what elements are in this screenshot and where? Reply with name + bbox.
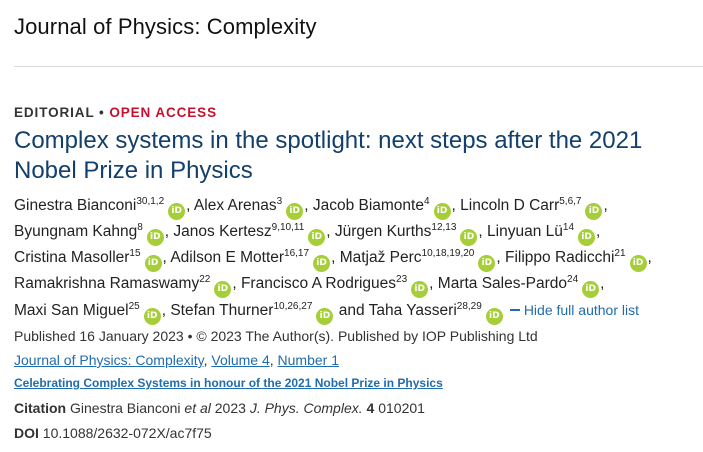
citation-article-number: 010201 xyxy=(378,400,425,416)
header-divider xyxy=(14,66,703,67)
author-affiliation[interactable]: 25 xyxy=(129,301,140,312)
author-affiliation[interactable]: 10,26,27 xyxy=(273,301,312,312)
author-affiliation[interactable]: 30,1,2 xyxy=(136,196,164,207)
author-affiliation[interactable]: 10,18,19,20 xyxy=(422,248,475,259)
author-name[interactable]: Ginestra Bianconi xyxy=(14,197,136,214)
author-affiliation[interactable]: 3 xyxy=(277,196,283,207)
published-info: Published 16 January 2023 • © 2023 The A… xyxy=(14,328,538,344)
author-name[interactable]: Jacob Biamonte xyxy=(313,197,424,214)
author-list: Ginestra Bianconi30,1,2iD, Alex Arenas3i… xyxy=(14,193,700,325)
author-name[interactable]: Stefan Thurner xyxy=(170,302,273,319)
author-affiliation[interactable]: 5,6,7 xyxy=(559,196,581,207)
orcid-icon[interactable]: iD xyxy=(143,308,161,325)
collection-line: Celebrating Complex Systems in honour of… xyxy=(14,376,443,390)
author-name[interactable]: Filippo Radicchi xyxy=(505,249,614,266)
author-name[interactable]: Jürgen Kurths xyxy=(335,223,432,240)
doi-line: DOI 10.1088/2632-072X/ac7f75 xyxy=(14,425,212,441)
author-affiliation[interactable]: 4 xyxy=(424,196,430,207)
orcid-icon[interactable]: iD xyxy=(146,229,164,246)
citation-year: 2023 xyxy=(214,400,246,416)
author-affiliation[interactable]: 28,29 xyxy=(457,301,482,312)
author-affiliation[interactable]: 24 xyxy=(567,274,578,285)
author-name[interactable]: Maxi San Miguel xyxy=(14,302,129,319)
author-name[interactable]: Ramakrishna Ramaswamy xyxy=(14,275,199,292)
orcid-icon[interactable]: iD xyxy=(629,255,647,272)
orcid-icon[interactable]: iD xyxy=(460,229,478,246)
author-affiliation[interactable]: 23 xyxy=(396,274,407,285)
author-affiliation[interactable]: 8 xyxy=(137,222,143,233)
author-affiliation[interactable]: 9,10,11 xyxy=(272,222,305,233)
orcid-icon[interactable]: iD xyxy=(585,203,603,220)
author-row: Ginestra Bianconi30,1,2iD, Alex Arenas3i… xyxy=(14,193,700,220)
author-row: Cristina Masoller15iD, Adilson E Motter1… xyxy=(14,245,700,272)
collection-link[interactable]: Celebrating Complex Systems in honour of… xyxy=(14,376,443,390)
orcid-icon[interactable]: iD xyxy=(313,255,331,272)
and-word: and xyxy=(338,302,365,319)
orcid-icon[interactable]: iD xyxy=(308,229,326,246)
author-name[interactable]: Francisco A Rodrigues xyxy=(241,275,396,292)
citation-line: Citation Ginestra Bianconi et al 2023 J.… xyxy=(14,400,425,416)
author-affiliation[interactable]: 12,13 xyxy=(431,222,456,233)
hide-author-list-button[interactable]: Hide full author list xyxy=(509,302,639,318)
orcid-icon[interactable]: iD xyxy=(144,255,162,272)
citation-volume: 4 xyxy=(366,400,375,416)
author-name[interactable]: Taha Yasseri xyxy=(369,302,457,319)
orcid-icon[interactable]: iD xyxy=(578,229,596,246)
citation-label: Citation xyxy=(14,400,67,416)
collapse-icon xyxy=(509,309,520,311)
link-separator: , xyxy=(203,352,208,368)
author-name[interactable]: Marta Sales-Pardo xyxy=(438,275,567,292)
orcid-icon[interactable]: iD xyxy=(316,308,334,325)
hide-author-list-label: Hide full author list xyxy=(523,302,639,318)
orcid-icon[interactable]: iD xyxy=(168,203,186,220)
journal-title[interactable]: Journal of Physics: Complexity xyxy=(14,14,317,40)
author-name[interactable]: Lincoln D Carr xyxy=(460,197,559,214)
orcid-icon[interactable]: iD xyxy=(582,281,600,298)
citation-author: Ginestra Bianconi xyxy=(70,400,181,416)
orcid-icon[interactable]: iD xyxy=(214,281,232,298)
open-access-badge: OPEN ACCESS xyxy=(109,105,217,120)
doi-label: DOI xyxy=(14,425,39,441)
author-affiliation[interactable]: 21 xyxy=(614,248,625,259)
author-row: Ramakrishna Ramaswamy22iD, Francisco A R… xyxy=(14,271,700,298)
author-name[interactable]: Matjaž Perc xyxy=(340,249,422,266)
volume-link[interactable]: Volume 4 xyxy=(211,352,269,368)
author-affiliation[interactable]: 14 xyxy=(563,222,574,233)
article-type-line: EDITORIAL • OPEN ACCESS xyxy=(14,105,217,120)
orcid-icon[interactable]: iD xyxy=(478,255,496,272)
orcid-icon[interactable]: iD xyxy=(433,203,451,220)
link-separator: , xyxy=(269,352,274,368)
author-affiliation[interactable]: 16,17 xyxy=(284,248,309,259)
author-affiliation[interactable]: 22 xyxy=(199,274,210,285)
orcid-icon[interactable]: iD xyxy=(411,281,429,298)
journal-link[interactable]: Journal of Physics: Complexity xyxy=(14,352,204,368)
doi-value[interactable]: 10.1088/2632-072X/ac7f75 xyxy=(43,425,212,441)
issue-links: Journal of Physics: Complexity, Volume 4… xyxy=(14,352,339,368)
citation-journal: J. Phys. Complex. xyxy=(249,400,363,416)
author-name[interactable]: Linyuan Lü xyxy=(487,223,563,240)
author-name[interactable]: Cristina Masoller xyxy=(14,249,129,266)
number-link[interactable]: Number 1 xyxy=(278,352,339,368)
author-name[interactable]: Byungnam Kahng xyxy=(14,223,137,240)
author-row: Byungnam Kahng8iD, Janos Kertesz9,10,11i… xyxy=(14,219,700,246)
type-separator: • xyxy=(99,105,105,120)
orcid-icon[interactable]: iD xyxy=(286,203,304,220)
author-row: Maxi San Miguel25iD, Stefan Thurner10,26… xyxy=(14,297,700,325)
citation-etal: et al xyxy=(184,400,211,416)
author-affiliation[interactable]: 15 xyxy=(129,248,140,259)
author-name[interactable]: Adilson E Motter xyxy=(170,249,284,266)
orcid-icon[interactable]: iD xyxy=(485,308,503,325)
article-title: Complex systems in the spotlight: next s… xyxy=(14,127,643,184)
author-name[interactable]: Janos Kertesz xyxy=(173,223,271,240)
article-type: EDITORIAL xyxy=(14,105,95,120)
article-page: Journal of Physics: Complexity EDITORIAL… xyxy=(0,0,703,452)
author-name[interactable]: Alex Arenas xyxy=(194,197,277,214)
